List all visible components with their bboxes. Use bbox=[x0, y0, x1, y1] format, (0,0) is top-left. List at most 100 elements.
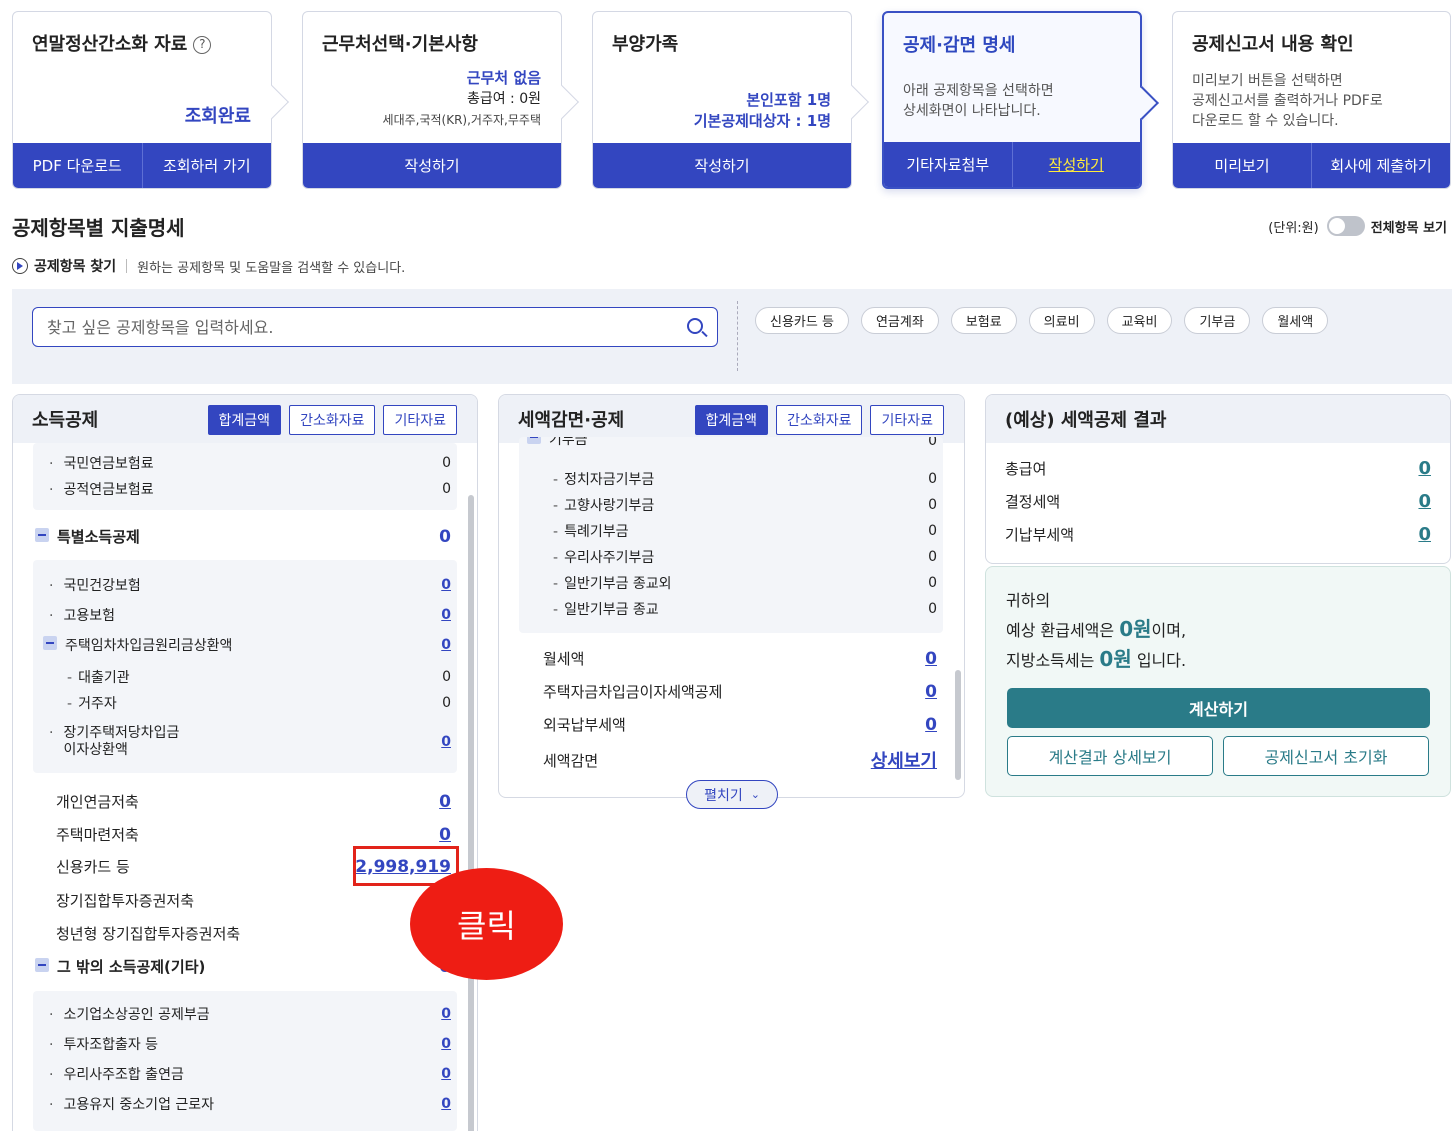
refund-summary: 귀하의 예상 환급세액은 0원이며, 지방소득세는 0원 입니다. bbox=[1006, 591, 1187, 671]
list-item: - 대출기관 0 bbox=[67, 669, 451, 686]
chip-insurance[interactable]: 보험료 bbox=[950, 307, 1017, 334]
list-item[interactable]: · 투자조합출자 등0 bbox=[49, 1034, 451, 1054]
collapse-icon[interactable] bbox=[35, 958, 49, 972]
refund-panel: 귀하의 예상 환급세액은 0원이며, 지방소득세는 0원 입니다. 계산하기 계… bbox=[985, 566, 1451, 797]
list-item[interactable]: 주택임차차입금원리금상환액 0 bbox=[43, 635, 451, 655]
tab-other[interactable]: 기타자료 bbox=[383, 405, 457, 435]
click-annotation: 클릭 bbox=[410, 868, 563, 980]
chip-medical[interactable]: 의료비 bbox=[1028, 307, 1095, 334]
write-button[interactable]: 작성하기 bbox=[1013, 142, 1141, 187]
collapse-icon[interactable] bbox=[527, 437, 541, 444]
list-item[interactable]: 장기집합투자증권저축 bbox=[56, 890, 451, 911]
unit-toggle-area: (단위:원) 전체항목 보기 bbox=[1268, 216, 1447, 236]
list-item[interactable]: 월세액 0 bbox=[543, 648, 937, 669]
list-item[interactable]: 청년형 장기집합투자증권저축 bbox=[56, 923, 451, 944]
submit-to-company-button[interactable]: 회사에 제출하기 bbox=[1312, 143, 1450, 188]
total-salary: 총급여 : 0원 bbox=[466, 91, 541, 107]
chevron-right-icon bbox=[545, 85, 579, 119]
chip-donation[interactable]: 기부금 bbox=[1184, 307, 1251, 334]
list-item: 결정세액 0 bbox=[1005, 491, 1431, 512]
step-title: 부양가족 bbox=[612, 34, 679, 55]
list-item[interactable]: 주택마련저축 0 bbox=[56, 824, 451, 845]
list-item[interactable]: · 국민건강보험 0 bbox=[49, 575, 451, 595]
search-icon[interactable] bbox=[687, 318, 703, 334]
go-lookup-button[interactable]: 조회하러 가기 bbox=[143, 143, 272, 188]
chip-monthly-rent[interactable]: 월세액 bbox=[1262, 307, 1329, 334]
scrollbar[interactable] bbox=[955, 670, 961, 780]
step-description: 아래 공제항목을 선택하면 상세화면이 나타납니다. bbox=[903, 83, 1054, 119]
tab-total[interactable]: 합계금액 bbox=[694, 405, 769, 435]
toggle-label: 전체항목 보기 bbox=[1370, 220, 1447, 236]
chevron-right-icon bbox=[255, 85, 289, 119]
list-item: - 고향사랑기부금 0 bbox=[553, 497, 937, 514]
tab-simplified[interactable]: 간소화자료 bbox=[289, 405, 376, 435]
finder-label: 공제항목 찾기 bbox=[34, 259, 117, 275]
step-description: 미리보기 버튼을 선택하면 공제신고서를 출력하거나 PDF로 다운로드 할 수… bbox=[1192, 73, 1383, 129]
attach-other-button[interactable]: 기타자료첨부 bbox=[884, 142, 1013, 187]
income-deduction-panel: 소득공제 합계금액 간소화자료 기타자료 · 국민연금보험료 0 · 공적연금보험료 0… bbox=[12, 394, 478, 1131]
list-item: - 일반기부금 종교외 0 bbox=[553, 575, 937, 592]
write-button[interactable]: 작성하기 bbox=[593, 143, 851, 188]
show-all-toggle[interactable] bbox=[1326, 216, 1365, 236]
panel-title: (예상) 세액공제 결과 bbox=[1005, 410, 1167, 431]
write-button[interactable]: 작성하기 bbox=[303, 143, 561, 188]
status-done: 조회완료 bbox=[184, 106, 251, 127]
list-item[interactable]: · 장기주택저당차입금 이자상환액 0 bbox=[49, 725, 451, 759]
special-deduction-group[interactable]: 특별소득공제 0 bbox=[35, 526, 451, 547]
tab-simplified[interactable]: 간소화자료 bbox=[776, 405, 863, 435]
collapse-icon[interactable] bbox=[35, 528, 49, 542]
reset-form-button[interactable]: 공제신고서 초기화 bbox=[1223, 736, 1429, 776]
list-item[interactable]: 개인연금저축 0 bbox=[56, 791, 451, 812]
step-title: 공제신고서 내용 확인 bbox=[1192, 34, 1354, 55]
unit-label: (단위:원) bbox=[1268, 220, 1319, 236]
tax-credit-panel: 세액감면·공제 합계금액 간소화자료 기타자료 기부금 0 - 정치자금기부금 0 -… bbox=[498, 394, 965, 798]
list-item[interactable]: 외국납부세액 0 bbox=[543, 714, 937, 735]
play-circle-icon bbox=[12, 258, 28, 274]
detail-view-link[interactable]: 상세보기 bbox=[871, 747, 937, 773]
donation-group[interactable]: 기부금 0 bbox=[527, 437, 937, 449]
list-item: - 일반기부금 종교 0 bbox=[553, 601, 937, 618]
list-item[interactable]: 세액감면 상세보기 bbox=[543, 747, 937, 773]
step-card-workplace: 근무처선택·기본사항 근무처 없음 총급여 : 0원 세대주,국적(KR),거주… bbox=[302, 11, 579, 189]
chevron-right-icon bbox=[1125, 86, 1159, 120]
basic-info: 세대주,국적(KR),거주자,무주택 bbox=[382, 113, 541, 127]
calculate-button[interactable]: 계산하기 bbox=[1007, 688, 1430, 728]
other-deduction-group[interactable]: 그 밖의 소득공제(기타)0 bbox=[35, 956, 451, 977]
dependents-count: 본인포함 1명 bbox=[746, 91, 831, 109]
help-icon[interactable]: ? bbox=[193, 36, 212, 54]
list-item[interactable]: 주택자금차입금이자세액공제 0 bbox=[543, 681, 937, 702]
list-item: 총급여 0 bbox=[1005, 458, 1431, 479]
chip-pension-account[interactable]: 연금계좌 bbox=[860, 307, 939, 334]
list-item: - 특례기부금 0 bbox=[553, 523, 937, 540]
search-band: 신용카드 등 연금계좌 보험료 의료비 교육비 기부금 월세액 bbox=[12, 289, 1452, 384]
section-title: 공제항목별 지출명세 bbox=[12, 216, 185, 240]
list-item[interactable]: · 고용유지 중소기업 근로자 0 bbox=[49, 1094, 451, 1114]
tab-other[interactable]: 기타자료 bbox=[870, 405, 944, 435]
list-item[interactable]: · 소기업소상공인 공제부금 0 bbox=[49, 1004, 451, 1024]
collapse-icon[interactable] bbox=[43, 636, 57, 650]
list-item: - 거주자 0 bbox=[67, 695, 451, 712]
result-detail-button[interactable]: 계산결과 상세보기 bbox=[1007, 736, 1213, 776]
quick-chips: 신용카드 등 연금계좌 보험료 의료비 교육비 기부금 월세액 bbox=[755, 307, 1329, 334]
list-item[interactable]: · 공적연금보험료 0 bbox=[49, 479, 451, 499]
scrollbar[interactable] bbox=[468, 495, 474, 1131]
chip-credit-card[interactable]: 신용카드 등 bbox=[755, 307, 849, 334]
chip-education[interactable]: 교육비 bbox=[1106, 307, 1173, 334]
step-title: 연말정산간소화 자료? bbox=[32, 30, 212, 56]
list-item[interactable]: · 고용보험 0 bbox=[49, 605, 451, 625]
step-title: 공제·감면 명세 bbox=[903, 35, 1016, 56]
basic-deduction-count: 기본공제대상자 : 1명 bbox=[693, 112, 831, 130]
list-item[interactable]: · 국민연금보험료 0 bbox=[49, 453, 451, 473]
search-input[interactable] bbox=[33, 308, 653, 346]
finder-bar: 공제항목 찾기 원하는 공제항목 및 도움말을 검색할 수 있습니다. bbox=[12, 256, 405, 276]
expand-button[interactable]: 펼치기 ⌄ bbox=[686, 780, 778, 809]
tab-total[interactable]: 합계금액 bbox=[207, 405, 282, 435]
panel-title: 소득공제 bbox=[32, 410, 99, 431]
chevron-down-icon: ⌄ bbox=[750, 788, 760, 801]
pdf-download-button[interactable]: PDF 다운로드 bbox=[13, 143, 143, 188]
panel-title: 세액감면·공제 bbox=[518, 410, 625, 431]
list-item[interactable]: · 우리사주조합 출연금 0 bbox=[49, 1064, 451, 1084]
step-card-deduction: 공제·감면 명세 아래 공제항목을 선택하면 상세화면이 나타납니다. 기타자료… bbox=[882, 11, 1159, 189]
search-box bbox=[32, 307, 718, 347]
preview-button[interactable]: 미리보기 bbox=[1173, 143, 1312, 188]
